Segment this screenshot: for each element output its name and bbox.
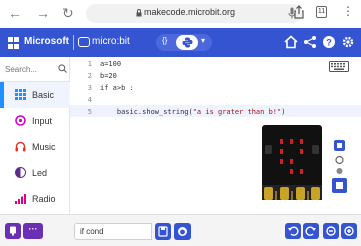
zoom-in-icon: [344, 226, 354, 236]
save-icon: [158, 226, 168, 237]
headphones-icon: [15, 141, 26, 152]
header-divider: [73, 35, 74, 50]
grid-icon: [15, 89, 26, 100]
microsoft-logo-icon: [8, 37, 20, 49]
signal-icon: [15, 194, 26, 204]
code-tail: ): [281, 108, 286, 116]
redo-icon: [305, 226, 316, 236]
keyboard-icon[interactable]: [329, 61, 349, 72]
bottom-toolbar: ···: [0, 214, 361, 246]
python-icon: [182, 37, 193, 48]
zoom-out-button[interactable]: [323, 223, 339, 239]
browser-toolbar: ← → ↻ makecode.microbit.org 11 ⋮: [0, 0, 361, 28]
code-line[interactable]: a=100: [100, 60, 121, 68]
home-icon[interactable]: [284, 35, 298, 49]
fullscreen-icon[interactable]: [332, 178, 347, 193]
toggle-python-option[interactable]: [176, 35, 198, 50]
category-led[interactable]: Led: [0, 160, 70, 186]
category-label: Music: [32, 142, 56, 152]
undo-button[interactable]: [285, 223, 301, 239]
category-input[interactable]: Input: [0, 108, 70, 134]
github-button[interactable]: [174, 223, 191, 240]
microbit-simulator[interactable]: [262, 125, 322, 200]
line-number: 5: [87, 108, 92, 116]
search-icon[interactable]: [58, 64, 67, 73]
category-color-bar: [0, 82, 4, 108]
category-music[interactable]: Music: [0, 134, 70, 160]
toolbox-sidebar: Basic Input Music Led: [0, 57, 70, 214]
app-header: Microsoft micro:bit {} ▾ ?: [0, 28, 361, 57]
code-line[interactable]: b=20: [100, 72, 117, 80]
toggle-icon: [15, 167, 26, 178]
redo-button[interactable]: [303, 223, 319, 239]
tabs-count[interactable]: 11: [316, 6, 327, 18]
address-bar[interactable]: makecode.microbit.org: [86, 4, 302, 23]
download-button[interactable]: [5, 223, 21, 239]
save-button[interactable]: [155, 223, 171, 240]
category-label: Led: [32, 168, 48, 178]
chevron-down-icon[interactable]: ▾: [201, 36, 205, 45]
app-window: ← → ↻ makecode.microbit.org 11 ⋮ Microso…: [0, 0, 361, 246]
settings-icon[interactable]: [341, 35, 355, 49]
app-title[interactable]: micro:bit: [92, 36, 130, 47]
share-icon[interactable]: [303, 35, 317, 49]
download-icon: [10, 226, 16, 236]
line-number: 2: [87, 72, 92, 80]
undo-icon: [288, 226, 299, 236]
simulator-controls: [332, 140, 347, 193]
microsoft-label[interactable]: Microsoft: [24, 36, 69, 47]
svg-text:?: ?: [326, 38, 332, 48]
category-radio[interactable]: Radio: [0, 186, 70, 212]
stop-icon[interactable]: [334, 140, 345, 151]
project-name-input[interactable]: [74, 223, 152, 240]
category-label: Basic: [32, 90, 55, 100]
lock-icon: [136, 9, 142, 17]
code-string: "a is grater than b!": [192, 108, 282, 116]
line-number: 4: [87, 96, 92, 104]
zoom-out-icon: [326, 226, 336, 236]
reload-icon[interactable]: ↻: [62, 4, 74, 22]
code-line[interactable]: if a>b :: [100, 84, 134, 92]
more-options-button[interactable]: ···: [23, 223, 43, 239]
mute-icon[interactable]: [336, 168, 343, 174]
category-label: Radio: [32, 194, 56, 204]
toolbox-search: [0, 57, 70, 82]
share-icon[interactable]: [292, 5, 306, 19]
help-icon[interactable]: ?: [322, 35, 336, 49]
forward-icon[interactable]: →: [36, 4, 50, 22]
url-text: makecode.microbit.org: [144, 7, 236, 17]
line-number: 3: [87, 84, 92, 92]
target-icon: [15, 115, 26, 126]
back-icon[interactable]: ←: [8, 4, 22, 22]
restart-icon[interactable]: [335, 155, 344, 165]
code-call: basic.show_string(: [100, 108, 193, 116]
search-input[interactable]: [5, 63, 53, 76]
language-toggle[interactable]: {} ▾: [156, 34, 212, 51]
line-number: 1: [87, 60, 92, 68]
zoom-in-button[interactable]: [341, 223, 357, 239]
github-icon: [178, 227, 187, 236]
toggle-blocks-label[interactable]: {}: [162, 36, 167, 45]
category-label: Input: [32, 116, 53, 126]
microbit-logo-icon: [78, 37, 90, 47]
browser-menu-icon[interactable]: ⋮: [342, 4, 354, 18]
category-basic[interactable]: Basic: [0, 82, 70, 108]
code-line[interactable]: basic.show_string("a is grater than b!"): [100, 108, 286, 116]
